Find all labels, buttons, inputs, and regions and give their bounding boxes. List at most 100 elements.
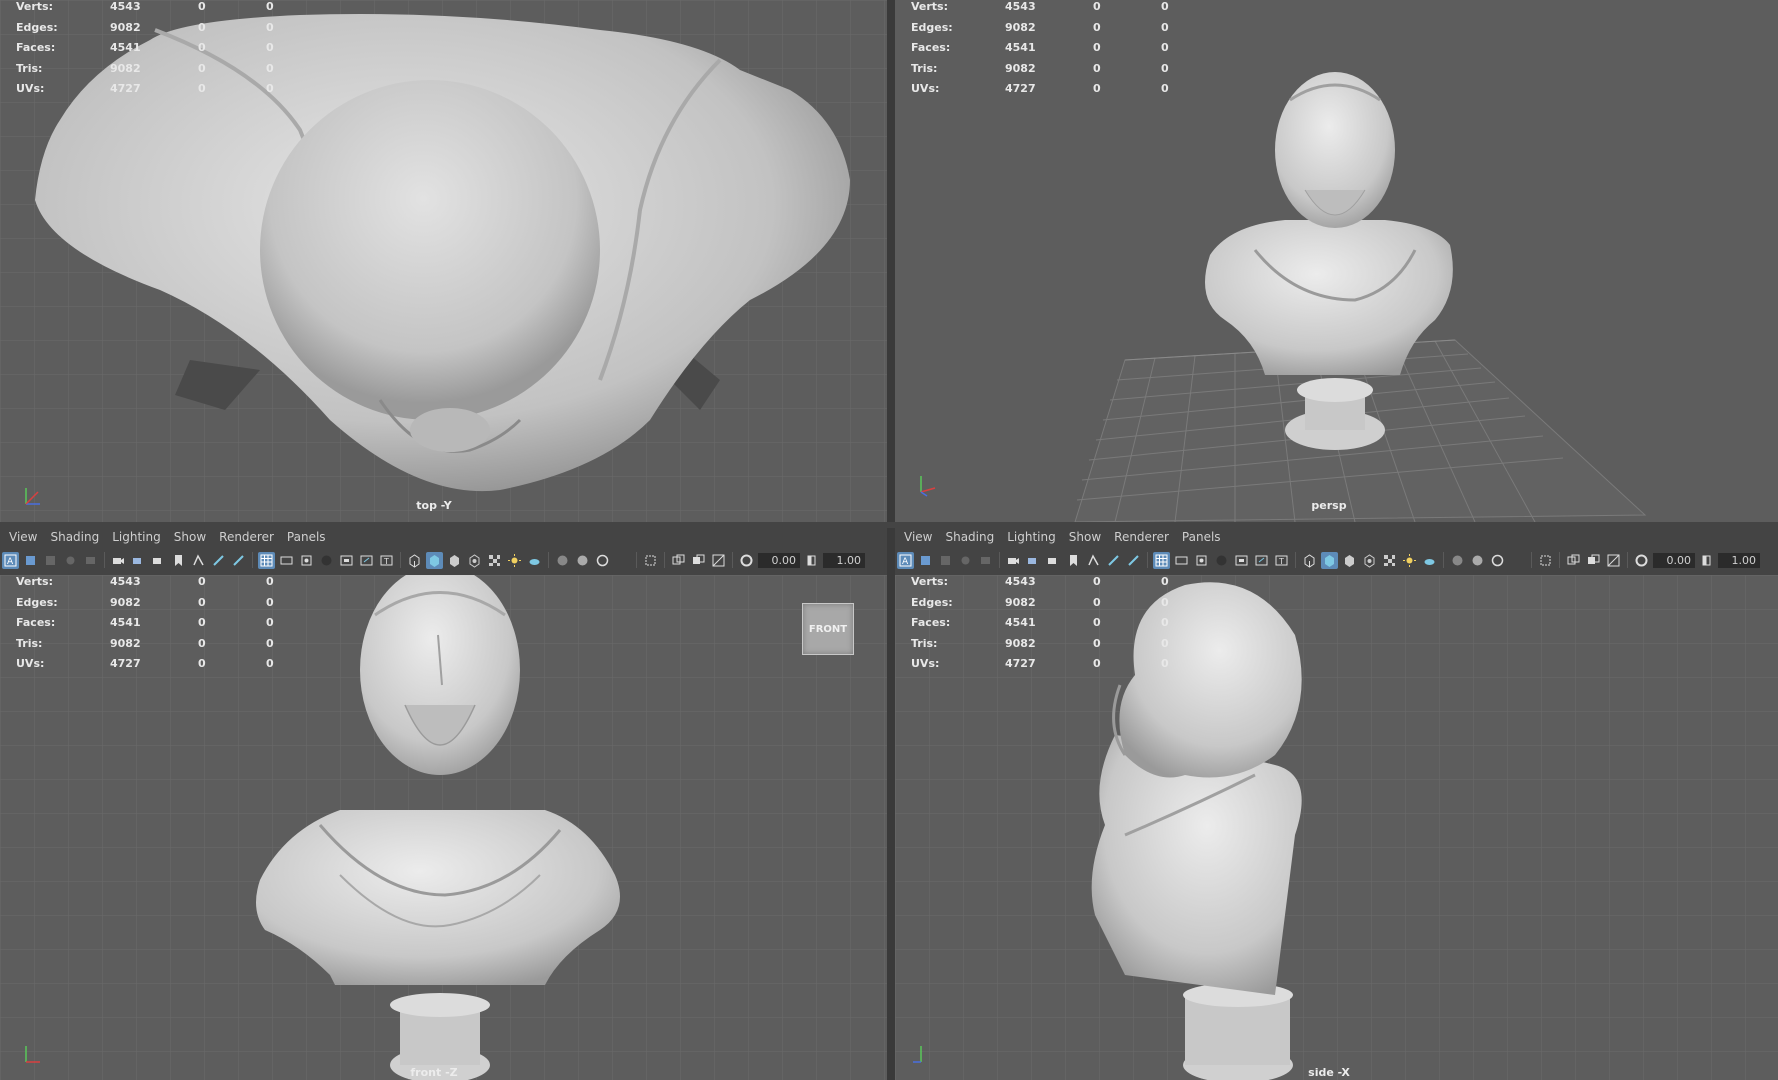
gate-mask-icon[interactable]: [1085, 552, 1102, 569]
gate-mask2-icon[interactable]: [1213, 552, 1230, 569]
smooth-shade-icon[interactable]: [426, 551, 443, 569]
exposure-field[interactable]: 0.00: [758, 552, 800, 568]
camera-bookmark-icon[interactable]: [1045, 552, 1062, 569]
menu-renderer[interactable]: Renderer: [214, 528, 282, 546]
panel-menu: View Shading Lighting Show Renderer Pane…: [895, 528, 1229, 546]
aa-icon[interactable]: [594, 552, 611, 569]
motion-blur-icon[interactable]: [574, 552, 591, 569]
menu-renderer[interactable]: Renderer: [1109, 528, 1177, 546]
hud-a: 4541: [110, 41, 141, 55]
film-gate-icon[interactable]: [210, 552, 227, 569]
image-plane-icon[interactable]: [957, 552, 974, 569]
menu-show[interactable]: Show: [169, 528, 214, 546]
film-gate2-icon[interactable]: [278, 552, 295, 569]
2d-pan-icon[interactable]: [977, 552, 994, 569]
lights-icon[interactable]: [1401, 552, 1418, 569]
dof-icon[interactable]: [614, 552, 631, 569]
safe-title-icon[interactable]: T: [1273, 552, 1290, 569]
camera-attr-icon[interactable]: [130, 552, 147, 569]
film-gate2-icon[interactable]: [1173, 552, 1190, 569]
shade-wire-icon[interactable]: [1341, 552, 1358, 569]
backface-icon[interactable]: [1605, 552, 1622, 569]
viewport-persp[interactable]: Verts: 4543 0 0 Edges: 9082 0 0 Faces: 4541 0 0 Tris…: [895, 0, 1778, 522]
safe-title-icon[interactable]: T: [378, 552, 395, 569]
dof-icon[interactable]: [1509, 552, 1526, 569]
gamma-icon[interactable]: [1698, 552, 1715, 569]
menu-panels[interactable]: Panels: [282, 528, 334, 546]
safe-action-icon[interactable]: [358, 552, 375, 569]
gate-mask-icon[interactable]: [190, 552, 207, 569]
image-plane-icon[interactable]: [62, 552, 79, 569]
menu-panels[interactable]: Panels: [1177, 528, 1229, 546]
aa-icon[interactable]: [1489, 552, 1506, 569]
viewport-divider-vertical[interactable]: [887, 0, 895, 1080]
menu-shading[interactable]: Shading: [45, 528, 107, 546]
smooth-shade-icon[interactable]: [1321, 551, 1338, 569]
view-cube-front[interactable]: FRONT: [802, 603, 854, 655]
field-chart-icon[interactable]: [338, 552, 355, 569]
bookmark-flag-icon[interactable]: [1065, 552, 1082, 569]
xray-icon[interactable]: [670, 552, 687, 569]
checker-icon[interactable]: [1381, 552, 1398, 569]
exposure-field[interactable]: 0.00: [1653, 552, 1695, 568]
lock-camera-icon[interactable]: [917, 552, 934, 569]
select-camera-icon[interactable]: A: [2, 551, 19, 569]
gamma-icon[interactable]: [803, 552, 820, 569]
xray-joints-icon[interactable]: [1585, 552, 1602, 569]
svg-text:A: A: [902, 557, 909, 567]
viewport-top[interactable]: Verts: 4543 0 0 Edges: 9082 0 0 Faces: 4541 0 0 Tris…: [0, 0, 887, 522]
shadows-icon[interactable]: [526, 552, 543, 569]
backface-icon[interactable]: [710, 552, 727, 569]
isolate-icon[interactable]: [1537, 552, 1554, 569]
menu-view[interactable]: View: [4, 528, 45, 546]
hud-row: Tris: 9082 0 0: [16, 637, 296, 658]
camera-icon[interactable]: [1005, 552, 1022, 569]
textured-icon[interactable]: [1361, 552, 1378, 569]
menu-lighting[interactable]: Lighting: [107, 528, 169, 546]
exposure-icon[interactable]: [1633, 552, 1650, 569]
resolution-gate-icon[interactable]: [298, 552, 315, 569]
camera-attr-icon[interactable]: [1025, 552, 1042, 569]
xray-icon[interactable]: [1565, 552, 1582, 569]
camera-icon[interactable]: [110, 552, 127, 569]
menu-shading[interactable]: Shading: [940, 528, 1002, 546]
safe-action-icon[interactable]: [1253, 552, 1270, 569]
pencil-icon[interactable]: [1125, 552, 1142, 569]
ao-icon[interactable]: [1449, 552, 1466, 569]
film-gate-icon[interactable]: [1105, 552, 1122, 569]
grid-toggle-icon[interactable]: [258, 551, 275, 569]
checker-icon[interactable]: [486, 552, 503, 569]
bookmark-icon[interactable]: [937, 552, 954, 569]
viewport-front[interactable]: Verts: 4543 0 0 Edges: 9082 0 0 Faces: 4541 0 0 Tris…: [0, 575, 887, 1080]
gate-mask2-icon[interactable]: [318, 552, 335, 569]
2d-pan-icon[interactable]: [82, 552, 99, 569]
viewport-side[interactable]: Verts: 4543 0 0 Edges: 9082 0 0 Faces: 4541 0 0 Tris…: [895, 575, 1778, 1080]
gamma-field[interactable]: 1.00: [823, 552, 865, 568]
hud-c: 0: [266, 595, 274, 609]
camera-bookmark-icon[interactable]: [150, 552, 167, 569]
wireframe-icon[interactable]: [406, 552, 423, 569]
xray-joints-icon[interactable]: [690, 552, 707, 569]
ao-icon[interactable]: [554, 552, 571, 569]
grid-toggle-icon[interactable]: [1153, 551, 1170, 569]
menu-show[interactable]: Show: [1064, 528, 1109, 546]
bookmark-flag-icon[interactable]: [170, 552, 187, 569]
menu-view[interactable]: View: [899, 528, 940, 546]
menu-lighting[interactable]: Lighting: [1002, 528, 1064, 546]
wireframe-icon[interactable]: [1301, 552, 1318, 569]
shadows-icon[interactable]: [1421, 552, 1438, 569]
motion-blur-icon[interactable]: [1469, 552, 1486, 569]
isolate-icon[interactable]: [642, 552, 659, 569]
bookmark-icon[interactable]: [42, 552, 59, 569]
select-camera-icon[interactable]: A: [897, 551, 914, 569]
shade-wire-icon[interactable]: [446, 552, 463, 569]
gamma-field[interactable]: 1.00: [1718, 552, 1760, 568]
field-chart-icon[interactable]: [1233, 552, 1250, 569]
resolution-gate-icon[interactable]: [1193, 552, 1210, 569]
textured-icon[interactable]: [466, 552, 483, 569]
lights-icon[interactable]: [506, 552, 523, 569]
hud-a: 4543: [110, 575, 141, 588]
pencil-icon[interactable]: [230, 552, 247, 569]
exposure-icon[interactable]: [738, 552, 755, 569]
lock-camera-icon[interactable]: [22, 552, 39, 569]
